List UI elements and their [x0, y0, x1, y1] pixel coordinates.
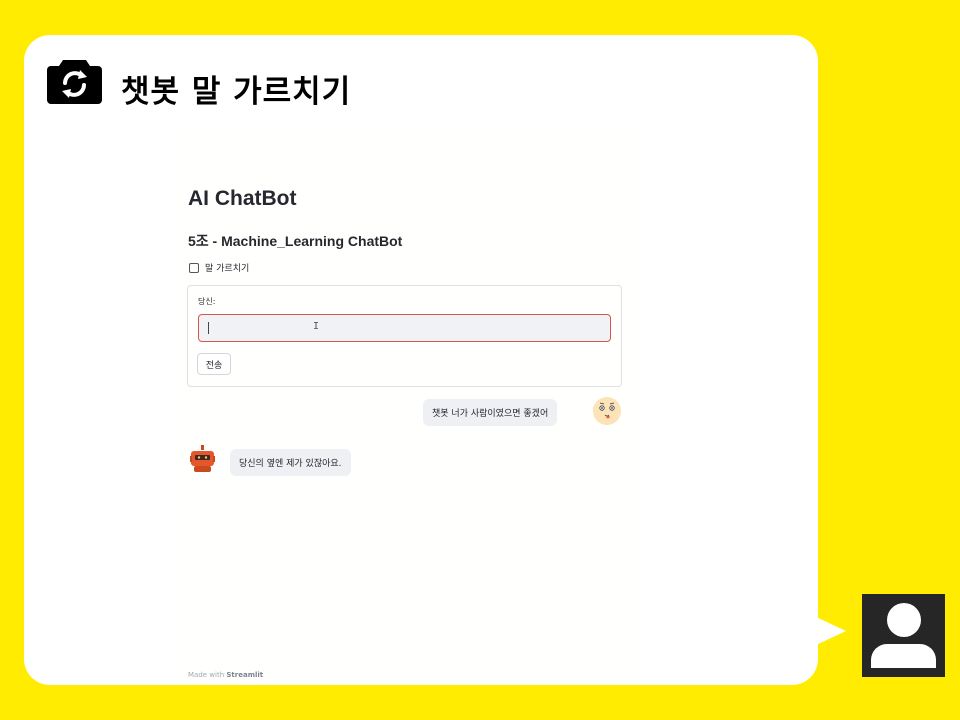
- teach-checkbox-label: 말 가르치기: [205, 264, 250, 274]
- text-caret: [208, 322, 209, 334]
- camera-refresh-icon: [47, 60, 102, 104]
- robot-icon: [190, 445, 215, 472]
- teach-checkbox[interactable]: [189, 262, 199, 273]
- ibeam-cursor-icon: I: [313, 321, 320, 332]
- smiley-face-icon: [593, 397, 621, 425]
- message-input[interactable]: I: [198, 314, 611, 342]
- send-button[interactable]: 전송: [197, 353, 231, 375]
- footer-streamlit-link[interactable]: Streamlit: [226, 671, 263, 679]
- slide-title: 챗봇 말 가르치기: [121, 74, 352, 110]
- presenter-tile: [862, 594, 945, 677]
- streamlit-app-area: [174, 130, 637, 685]
- app-title: AI ChatBot: [188, 187, 297, 210]
- footer: Made with Streamlit: [188, 671, 263, 679]
- app-subtitle: 5조 - Machine_Learning ChatBot: [188, 233, 403, 249]
- teach-checkbox-row[interactable]: 말 가르치기: [189, 261, 249, 274]
- footer-made-with: Made with: [188, 671, 225, 679]
- speech-tail: [816, 617, 846, 645]
- user-message-bubble: 챗봇 너가 사람이였으면 좋겠어: [423, 399, 558, 426]
- person-silhouette-icon: [871, 603, 936, 668]
- input-label: 당신:: [198, 297, 216, 306]
- bot-message-bubble: 당신의 옆엔 제가 있잖아요.: [230, 449, 351, 476]
